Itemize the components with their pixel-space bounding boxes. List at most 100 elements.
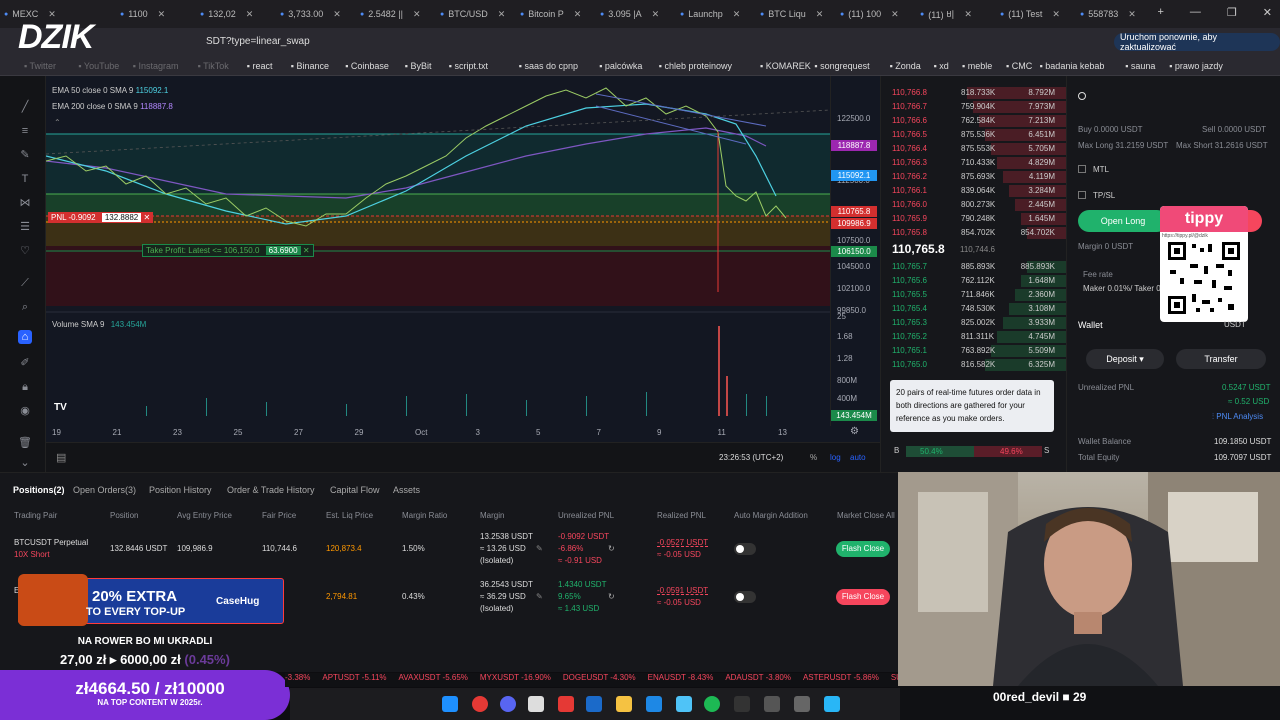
positions-tab[interactable]: Order & Trade History [227, 485, 315, 495]
bookmark-item[interactable]: ▪ KOMAREK [760, 61, 811, 71]
browser-tab[interactable]: ● 1100 ✕ [120, 4, 196, 24]
open-long-button[interactable]: Open Long [1078, 210, 1168, 232]
deposit-button[interactable]: Deposit ▾ [1086, 349, 1164, 369]
browser-tab[interactable]: ● (11) 비 ✕ [920, 4, 996, 24]
trading-pair[interactable]: BTCUSDT Perpetual [14, 537, 88, 548]
trend-line-icon[interactable]: ╱ [18, 100, 32, 114]
orderbook-row[interactable]: 110,765.0 816.582K 6.325M [881, 358, 1067, 372]
browser-tab[interactable]: ● BTC Liqu ✕ [760, 4, 836, 24]
orderbook-row[interactable]: 110,766.8 818.733K 8.792M [881, 86, 1067, 100]
percent-toggle[interactable]: % [810, 453, 817, 462]
collapse-legend-icon[interactable]: ⌃ [54, 118, 61, 127]
orderbook-row[interactable]: 110,766.6 762.584K 7.213M [881, 114, 1067, 128]
brush-icon[interactable]: ✎ [18, 148, 32, 162]
tab-close-icon[interactable]: ✕ [498, 9, 506, 20]
magnet-icon[interactable]: ⌂ [18, 330, 32, 344]
price-axis[interactable]: 122500.0117500.0112500.0107500.0104500.0… [830, 76, 880, 426]
browser-tab[interactable]: ● Bitcoin P ✕ [520, 4, 596, 24]
orderbook-row[interactable]: 110,765.3 825.002K 3.933M [881, 316, 1067, 330]
share-icon[interactable]: ↻ [608, 591, 615, 602]
browser-tab[interactable]: ● 132,02 ✕ [200, 4, 276, 24]
time-axis[interactable]: 19 21 23 25 27 29 Oct 3 5 7 9 11 13 ⚙ [46, 426, 880, 442]
leverage-slider-handle[interactable] [1078, 92, 1086, 100]
fib-icon[interactable]: ☰ [18, 220, 32, 234]
tab-close-icon[interactable]: ✕ [413, 9, 421, 20]
flash-close-button[interactable]: Flash Close [836, 541, 890, 557]
chart-settings-icon[interactable]: ⚙ [850, 426, 859, 437]
auto-toggle[interactable]: auto [850, 453, 866, 462]
steam-icon[interactable] [586, 696, 602, 712]
bookmark-item[interactable]: ▪ react [247, 61, 273, 71]
bookmark-item[interactable]: ▪ palcówka [599, 61, 642, 71]
notepad-icon[interactable] [824, 696, 840, 712]
collapse-icon[interactable]: ⌄ [18, 456, 32, 470]
orderbook-row[interactable]: 110,765.4 748.530K 3.108M [881, 302, 1067, 316]
orderbook-row[interactable]: 110,765.5 711.846K 2.360M [881, 288, 1067, 302]
orderbook-row[interactable]: 110,765.6 762.112K 1.648M [881, 274, 1067, 288]
pencil-lock-icon[interactable]: ✐ [18, 356, 32, 370]
bookmark-item[interactable]: ▪ saas do cpnp [519, 61, 578, 71]
bookmark-item[interactable]: ▪ Instagram [133, 61, 179, 71]
heart-icon[interactable]: ♡ [18, 244, 32, 258]
terminal-icon[interactable] [734, 696, 750, 712]
eye-icon[interactable]: ◉ [18, 404, 32, 418]
browser-tab[interactable]: ● BTC/USD ✕ [440, 4, 516, 24]
lock-icon[interactable]: 🔒︎ [18, 380, 32, 394]
browser-tab[interactable]: ● 558783 ✕ [1080, 4, 1156, 24]
settings-icon[interactable] [794, 696, 810, 712]
tab-close-icon[interactable]: ✕ [891, 9, 899, 20]
browser-tab[interactable]: ● (11) Test ✕ [1000, 4, 1076, 24]
orderbook-row[interactable]: 110,765.7 885.893K 885.893K [881, 260, 1067, 274]
orderbook-row[interactable]: 110,766.5 875.536K 6.451M [881, 128, 1067, 142]
bookmark-item[interactable]: ▪ meble [962, 61, 992, 71]
new-tab-icon[interactable]: + [1157, 6, 1163, 19]
browser-tab[interactable]: ● (11) 100 ✕ [840, 4, 916, 24]
bookmark-item[interactable]: ▪ Coinbase [345, 61, 389, 71]
bookmark-item[interactable]: ▪ songrequest [814, 61, 869, 71]
folder-icon[interactable] [616, 696, 632, 712]
browser-tab[interactable]: ● 2.5482 || ✕ [360, 4, 436, 24]
bookmark-item[interactable]: ▪ Binance [291, 61, 329, 71]
bookmark-item[interactable]: ▪ script.txt [449, 61, 488, 71]
bookmark-item[interactable]: ▪ sauna [1125, 61, 1155, 71]
orderbook-row[interactable]: 110,766.4 875.553K 5.705M [881, 142, 1067, 156]
obs-icon[interactable] [764, 696, 780, 712]
share-icon[interactable]: ↻ [608, 543, 615, 554]
edit-margin-icon[interactable]: ✎ [536, 591, 543, 602]
orderbook-row[interactable]: 110,765.8 854.702K 854.702K [881, 226, 1067, 240]
calendar-icon[interactable]: ▤ [56, 451, 66, 464]
pnl-analysis-link[interactable]: ⫶ PNL Analysis [1212, 412, 1263, 422]
positions-tab[interactable]: Position History [149, 485, 212, 495]
zoom-icon[interactable]: ⌕ [18, 300, 32, 314]
tab-close-icon[interactable]: ✕ [333, 9, 341, 20]
minimize-icon[interactable]: — [1190, 6, 1201, 19]
horizontal-lines-icon[interactable]: ≡ [18, 124, 32, 138]
tab-close-icon[interactable]: ✕ [574, 9, 582, 20]
bookmark-item[interactable]: ▪ CMC [1006, 61, 1032, 71]
mtl-checkbox[interactable] [1078, 165, 1086, 173]
recorder-icon[interactable] [558, 696, 574, 712]
positions-tab[interactable]: Capital Flow [330, 485, 380, 495]
browser-tab[interactable]: ● 3,733.00 ✕ [280, 4, 356, 24]
take-profit-tag[interactable]: Take Profit: Latest <= 106,150.0 63.6900… [142, 244, 314, 257]
bookmark-item[interactable]: ▪ TikTok [198, 61, 229, 71]
close-pnl-icon[interactable]: ✕ [143, 213, 150, 222]
positions-tab[interactable]: Positions(2) [13, 485, 65, 495]
transfer-button[interactable]: Transfer [1176, 349, 1266, 369]
discord-icon[interactable] [500, 696, 516, 712]
price-chart[interactable]: EMA 50 close 0 SMA 9 115092.1 EMA 200 cl… [46, 76, 830, 426]
orderbook-row[interactable]: 110,765.2 811.311K 4.745M [881, 330, 1067, 344]
auto-margin-toggle[interactable] [734, 543, 756, 555]
maximize-icon[interactable]: ❐ [1227, 6, 1237, 19]
tab-close-icon[interactable]: ✕ [1052, 9, 1060, 20]
orderbook-row[interactable]: 110,766.7 759.904K 7.973M [881, 100, 1067, 114]
ccleaner-icon[interactable] [646, 696, 662, 712]
bookmark-item[interactable]: ▪ xd [934, 61, 949, 71]
tpsl-checkbox[interactable] [1078, 191, 1086, 199]
tab-close-icon[interactable]: ✕ [964, 9, 972, 20]
ema50-legend[interactable]: EMA 50 close 0 SMA 9 115092.1 [52, 86, 168, 95]
close-window-icon[interactable]: ✕ [1263, 6, 1272, 19]
app-icon[interactable] [528, 696, 544, 712]
ruler-icon[interactable]: ⟋ [18, 276, 32, 290]
pnl-tag[interactable]: PNL -0.9092 132.8882 ✕ [48, 212, 154, 223]
